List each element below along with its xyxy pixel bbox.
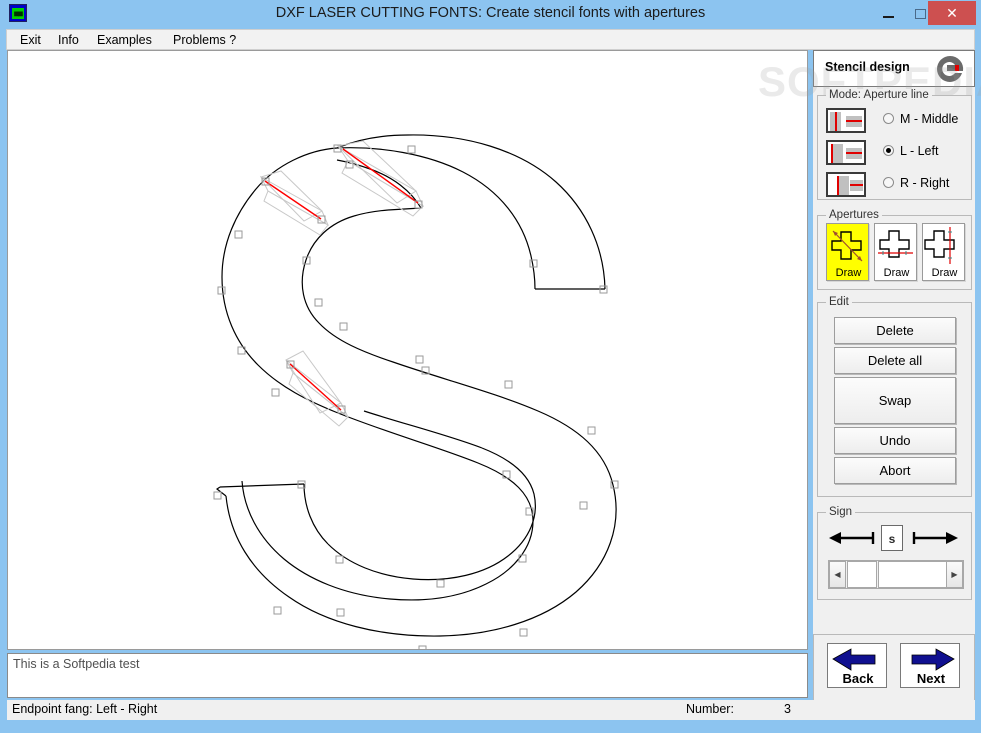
back-button[interactable]: Back: [827, 643, 887, 688]
aperture-draw-vertical-label: Draw: [931, 267, 958, 279]
page-title: Stencil design: [825, 60, 910, 74]
aperture-line-right-icon: [826, 172, 866, 197]
next-button-label: Next: [916, 671, 946, 686]
close-icon: ✕: [946, 5, 958, 21]
aperture-draw-horizontal-icon: [878, 230, 913, 258]
mode-group: Mode: Aperture line M - Middle L - Left …: [817, 89, 972, 200]
arrow-right-icon[interactable]: [911, 531, 959, 545]
edit-group: Edit Delete Delete all Swap Undo Abort: [817, 296, 972, 497]
scroll-track[interactable]: [878, 561, 947, 588]
sign-group: Sign s ◀ ▶: [817, 506, 972, 600]
delete-all-button[interactable]: Delete all: [834, 347, 956, 374]
aperture-line-middle-icon: [826, 108, 866, 133]
navigation-panel: Back Next: [813, 634, 975, 702]
status-number-label: Number:: [686, 702, 734, 716]
close-button[interactable]: ✕: [928, 1, 976, 25]
stencil-glyph-drawing: [213, 134, 619, 649]
aperture-draw-horizontal-button[interactable]: Draw: [874, 223, 917, 281]
aperture-line-left-icon: [826, 140, 866, 165]
sign-group-title: Sign: [826, 506, 856, 518]
application-window: ■■ DXF LASER CUTTING FONTS: Create stenc…: [0, 0, 981, 733]
aperture-draw-diagonal-label: Draw: [835, 267, 862, 279]
abort-button[interactable]: Abort: [834, 457, 956, 484]
mode-group-title: Mode: Aperture line: [826, 89, 932, 101]
mode-label-left: L - Left: [900, 144, 939, 158]
scroll-left-button[interactable]: ◀: [829, 561, 846, 588]
aperture-draw-horizontal-label: Draw: [883, 267, 910, 279]
window-title: DXF LASER CUTTING FONTS: Create stencil …: [275, 5, 706, 21]
menu-item-problems[interactable]: Problems ?: [168, 32, 241, 49]
apertures-group: Apertures Draw Draw Draw: [817, 209, 972, 290]
e-logo-icon: [937, 55, 964, 82]
title-bar: ■■ DXF LASER CUTTING FONTS: Create stenc…: [0, 0, 981, 27]
next-button[interactable]: Next: [900, 643, 960, 688]
menu-item-info[interactable]: Info: [53, 32, 84, 49]
mode-label-middle: M - Middle: [900, 112, 959, 126]
menu-item-examples[interactable]: Examples: [92, 32, 157, 49]
text-input-area[interactable]: This is a Softpedia test: [7, 653, 808, 698]
scroll-thumb[interactable]: [847, 561, 877, 588]
status-number-value: 3: [784, 702, 791, 716]
aperture-draw-vertical-button[interactable]: Draw: [922, 223, 965, 281]
mode-radio-middle[interactable]: [883, 113, 894, 124]
edit-group-title: Edit: [826, 296, 852, 308]
menu-item-exit[interactable]: Exit: [15, 32, 46, 49]
right-panel: Stencil design SOFTPEDIA Mode: Aperture …: [758, 50, 981, 650]
aperture-draw-vertical-icon: [924, 227, 955, 264]
undo-button[interactable]: Undo: [834, 427, 956, 454]
current-sign-box[interactable]: s: [881, 525, 903, 551]
aperture-draw-diagonal-icon: [831, 230, 863, 262]
status-message: Endpoint fang: Left - Right: [12, 702, 158, 716]
maximize-icon: [914, 8, 926, 19]
mode-label-right: R - Right: [900, 176, 950, 190]
sign-scrollbar[interactable]: ◀ ▶: [828, 560, 964, 589]
apertures-group-title: Apertures: [826, 209, 882, 221]
menu-bar: Exit Info Examples Problems ?: [6, 29, 975, 50]
text-input-value: This is a Softpedia test: [13, 657, 140, 671]
aperture-draw-diagonal-button[interactable]: Draw: [826, 223, 869, 281]
status-bar: Endpoint fang: Left - Right Number: 3: [7, 700, 975, 720]
scroll-right-button[interactable]: ▶: [946, 561, 963, 588]
arrow-left-icon[interactable]: [828, 531, 876, 545]
back-button-label: Back: [842, 671, 874, 686]
swap-button[interactable]: Swap: [834, 377, 956, 424]
mode-radio-left[interactable]: [883, 145, 894, 156]
minimize-icon: [882, 16, 894, 18]
delete-button[interactable]: Delete: [834, 317, 956, 344]
drawing-canvas[interactable]: [7, 50, 808, 650]
minimize-button[interactable]: [872, 0, 904, 27]
mode-radio-right[interactable]: [883, 177, 894, 188]
stencil-design-header: Stencil design: [813, 50, 975, 87]
